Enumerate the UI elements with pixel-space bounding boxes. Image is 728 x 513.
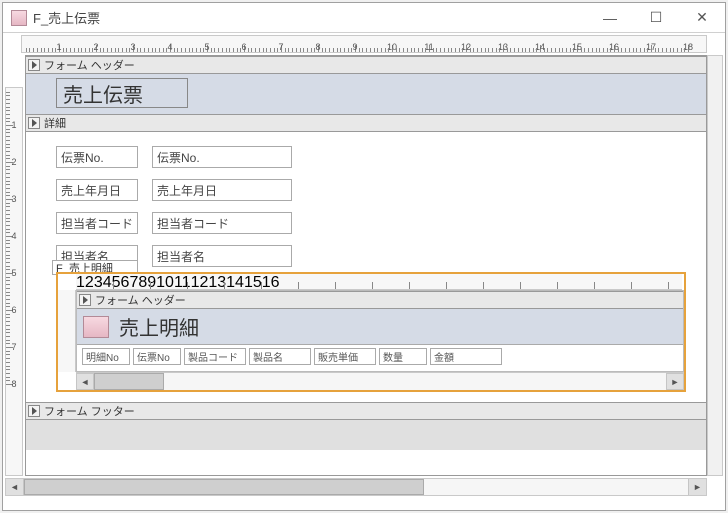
subform-icon — [83, 316, 109, 338]
window-frame: F_売上伝票 — ☐ ✕ 123456789101112131415161718… — [2, 2, 726, 511]
scroll-right-icon[interactable]: ► — [666, 373, 684, 390]
ruler-tick-label: 7 — [129, 274, 138, 290]
scroll-thumb[interactable] — [24, 479, 424, 495]
ruler-tick-label: 16 — [262, 274, 280, 290]
horizontal-scrollbar[interactable]: ◄ ► — [5, 478, 707, 496]
form-header-body[interactable]: 売上伝票 — [26, 74, 706, 114]
horizontal-ruler[interactable]: 123456789101112131415161718 — [21, 35, 707, 53]
window-title: F_売上伝票 — [33, 8, 587, 27]
subform-vertical-ruler[interactable] — [58, 290, 76, 372]
ruler-tick-label: 4 — [103, 274, 112, 290]
section-bar-detail[interactable]: 詳細 — [26, 114, 706, 132]
subform-column-label[interactable]: 伝票No — [133, 348, 181, 365]
minimize-button[interactable]: — — [587, 3, 633, 33]
section-expand-icon — [79, 294, 91, 306]
ruler-tick-label: 7 — [278, 42, 283, 52]
ruler-tick-label: 5 — [204, 42, 209, 52]
ruler-tick-label: 8 — [138, 274, 147, 290]
subform-horizontal-ruler[interactable]: 12345678910111213141516 — [76, 274, 682, 290]
close-button[interactable]: ✕ — [679, 3, 725, 33]
ruler-tick-label: 9 — [352, 42, 357, 52]
vertical-scrollbar[interactable] — [707, 55, 723, 476]
section-label-form-footer: フォーム フッター — [44, 403, 135, 419]
subform-column-label[interactable]: 製品コード — [184, 348, 246, 365]
detail-body[interactable]: 伝票No. 伝票No. 売上年月日 売上年月日 担当者コード 担当者コード 担当… — [26, 132, 706, 402]
ruler-tick-label: 6 — [241, 42, 246, 52]
ruler-tick-label: 4 — [167, 42, 172, 52]
ruler-tick-label: 11 — [174, 274, 191, 290]
title-bar[interactable]: F_売上伝票 — ☐ ✕ — [3, 3, 725, 33]
section-expand-icon — [28, 405, 40, 417]
subform-title-label[interactable]: 売上明細 — [119, 312, 199, 341]
subform-header-body[interactable]: 売上明細 — [77, 309, 683, 345]
scroll-left-icon[interactable]: ◄ — [6, 479, 24, 495]
ruler-tick-label: 15 — [244, 274, 262, 290]
section-expand-icon — [28, 117, 40, 129]
subform-column-labels-row: 明細No伝票No製品コード製品名販売単価数量金額 — [77, 345, 683, 368]
section-label-form-header: フォーム ヘッダー — [44, 57, 135, 73]
ruler-tick-label: 9 — [147, 274, 156, 290]
section-bar-form-header[interactable]: フォーム ヘッダー — [26, 56, 706, 74]
title-label-control[interactable]: 売上伝票 — [56, 78, 188, 108]
textbox-staff-code[interactable]: 担当者コード — [152, 212, 292, 234]
textbox-slip-no[interactable]: 伝票No. — [152, 146, 292, 168]
vertical-ruler[interactable]: 12345678 — [5, 87, 23, 476]
ruler-tick-label: 12 — [191, 274, 209, 290]
subform-column-label[interactable]: 金額 — [430, 348, 502, 365]
ruler-tick-label: 3 — [94, 274, 103, 290]
subform-control[interactable]: 12345678910111213141516 フォーム ヘッダー 売上明細 明… — [56, 272, 686, 392]
label-sales-date[interactable]: 売上年月日 — [56, 179, 138, 201]
section-bar-form-footer[interactable]: フォーム フッター — [26, 402, 706, 420]
subform-column-label[interactable]: 明細No — [82, 348, 130, 365]
ruler-tick-label: 10 — [156, 274, 174, 290]
section-label-detail: 詳細 — [44, 115, 66, 131]
form-footer-body[interactable] — [26, 420, 706, 450]
label-staff-code[interactable]: 担当者コード — [56, 212, 138, 234]
ruler-tick-label: 3 — [130, 42, 135, 52]
form-icon — [11, 10, 27, 26]
ruler-tick-label: 2 — [93, 42, 98, 52]
subform-design-surface[interactable]: フォーム ヘッダー 売上明細 明細No伝票No製品コード製品名販売単価数量金額 — [76, 290, 684, 372]
textbox-sales-date[interactable]: 売上年月日 — [152, 179, 292, 201]
label-slip-no[interactable]: 伝票No. — [56, 146, 138, 168]
subform-column-label[interactable]: 製品名 — [249, 348, 311, 365]
subform-horizontal-scrollbar[interactable]: ◄ ► — [76, 372, 684, 390]
subform-section-bar-header[interactable]: フォーム ヘッダー — [77, 291, 683, 309]
section-expand-icon — [28, 59, 40, 71]
subform-column-label[interactable]: 販売単価 — [314, 348, 376, 365]
ruler-tick-label: 2 — [85, 274, 94, 290]
maximize-button[interactable]: ☐ — [633, 3, 679, 33]
ruler-tick-label: 1 — [56, 42, 61, 52]
ruler-tick-label: 1 — [76, 274, 85, 290]
ruler-tick-label: 8 — [315, 42, 320, 52]
subform-column-label[interactable]: 数量 — [379, 348, 427, 365]
scroll-left-icon[interactable]: ◄ — [76, 373, 94, 390]
subform-section-label-header: フォーム ヘッダー — [95, 292, 186, 308]
ruler-tick-label: 14 — [226, 274, 244, 290]
textbox-staff-name[interactable]: 担当者名 — [152, 245, 292, 267]
form-design-surface[interactable]: フォーム ヘッダー 売上伝票 詳細 伝票No. 伝票No. 売上年月日 売上年月… — [25, 55, 707, 476]
scroll-thumb[interactable] — [94, 373, 164, 390]
scroll-right-icon[interactable]: ► — [688, 479, 706, 495]
